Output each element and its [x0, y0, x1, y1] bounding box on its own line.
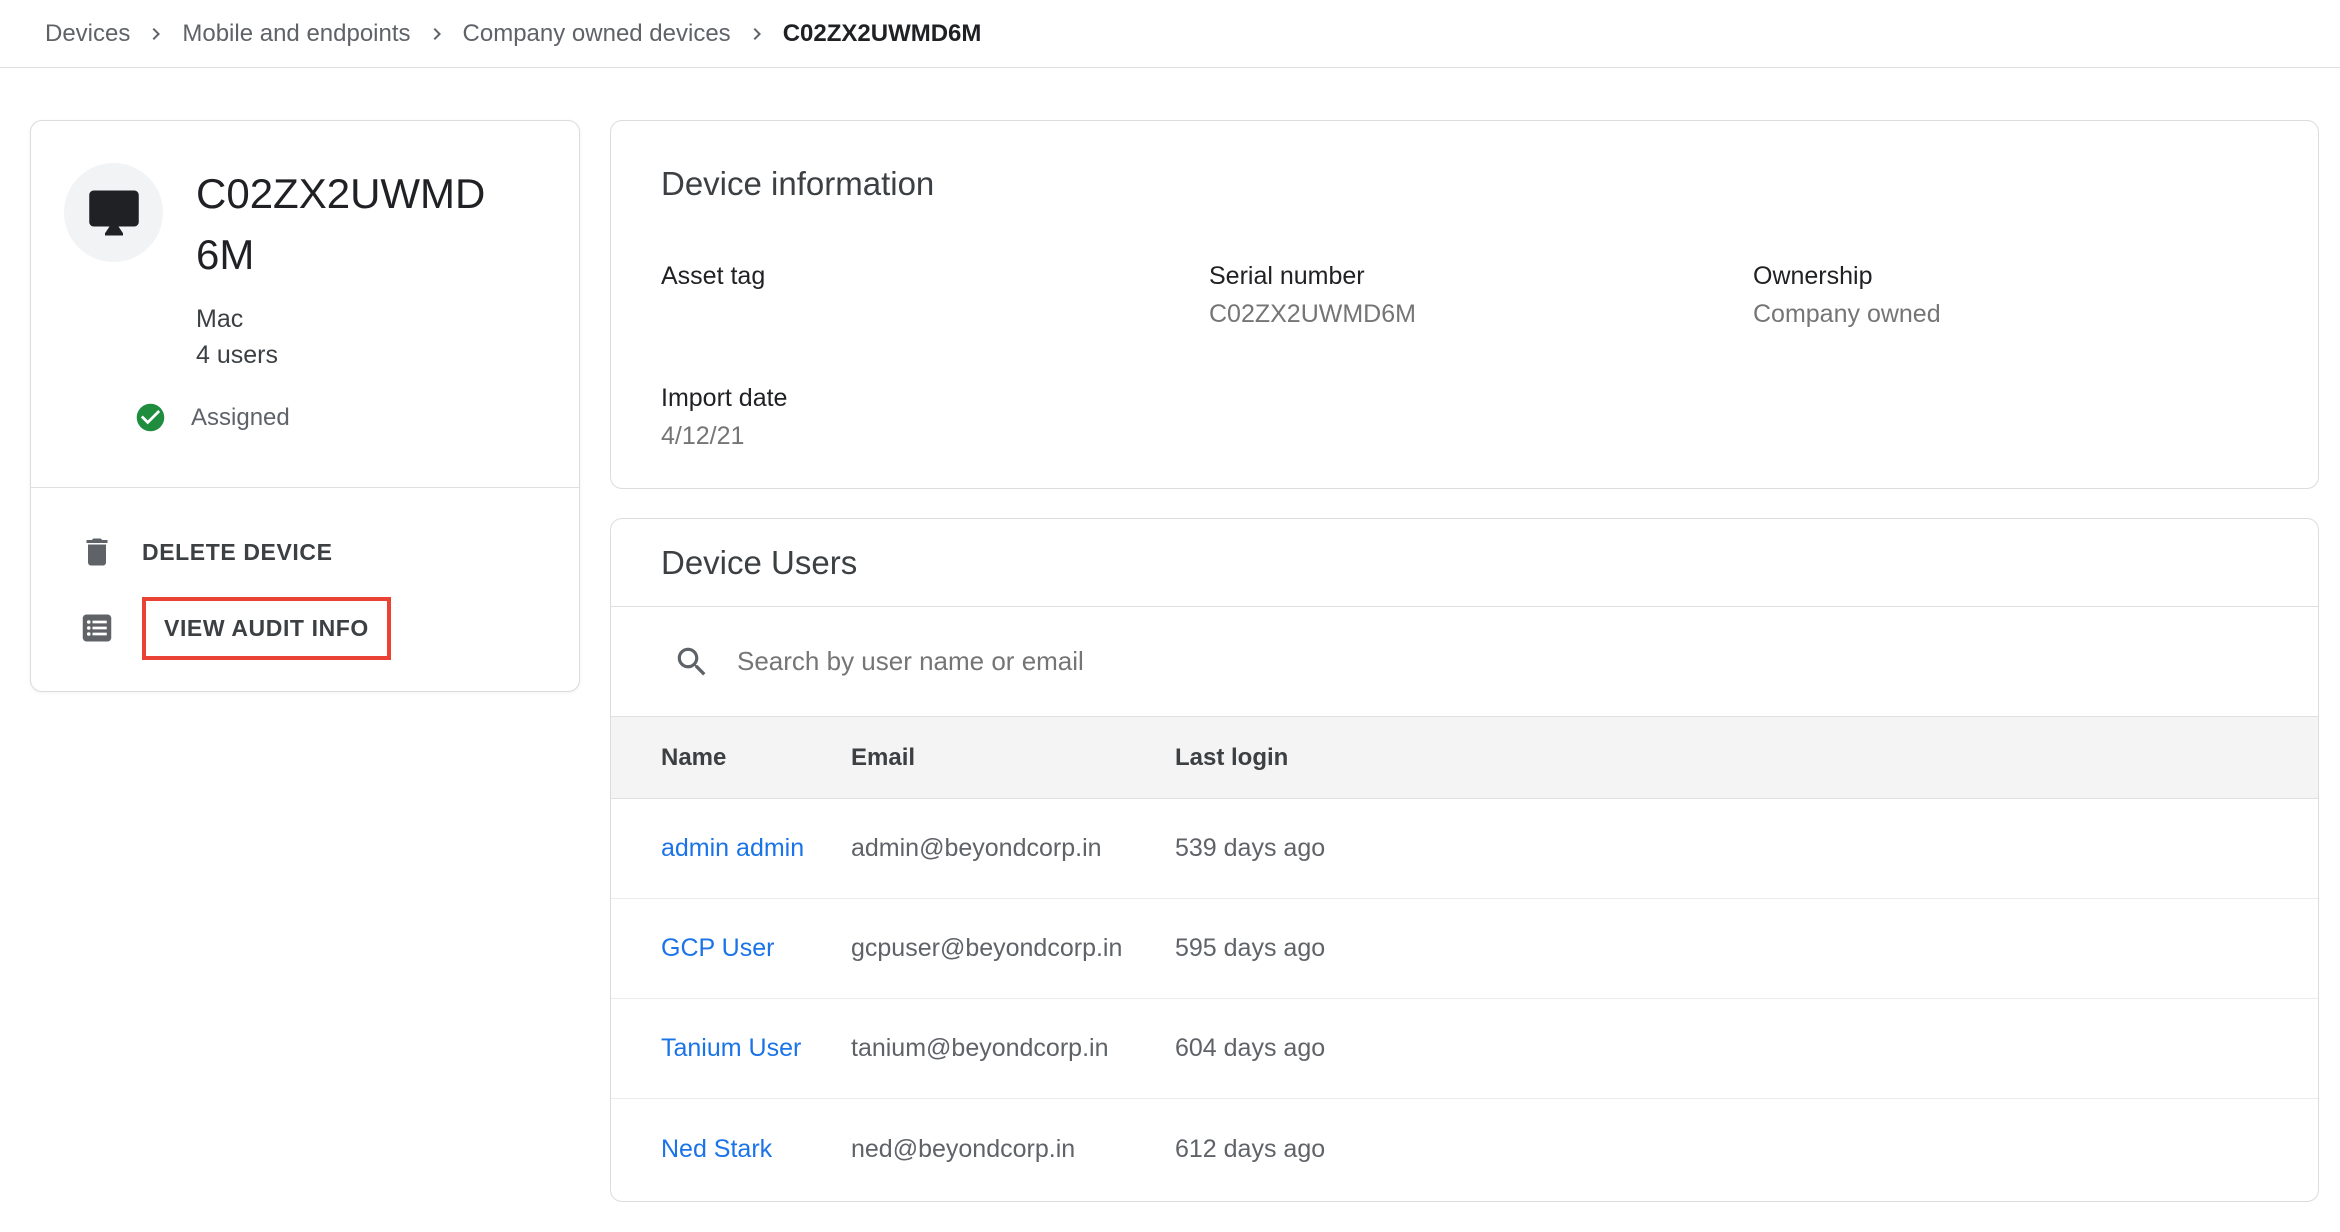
- device-users-header: Device Users: [611, 519, 2318, 607]
- column-email: Email: [851, 744, 1175, 772]
- audit-list-icon: [79, 610, 115, 646]
- user-link[interactable]: Tanium User: [661, 1034, 851, 1063]
- table-row: admin admin admin@beyondcorp.in 539 days…: [611, 799, 2318, 899]
- table-row: Ned Stark ned@beyondcorp.in 612 days ago: [611, 1099, 2318, 1199]
- user-email: tanium@beyondcorp.in: [851, 1034, 1175, 1063]
- desktop-mac-icon: [87, 186, 141, 240]
- breadcrumb-devices[interactable]: Devices: [45, 20, 130, 48]
- trash-icon: [79, 534, 115, 570]
- device-information-title: Device information: [611, 121, 2318, 203]
- field-label: Ownership: [1753, 261, 2318, 291]
- device-users-panel: Device Users Name Email Last login admin…: [610, 518, 2319, 1202]
- device-summary-main: C02ZX2UWMD6M Mac 4 users Assigned: [31, 121, 579, 488]
- user-link[interactable]: Ned Stark: [661, 1135, 851, 1164]
- device-users-count: 4 users: [196, 337, 579, 373]
- field-value: 4/12/21: [661, 421, 1209, 451]
- field-serial-number: Serial number C02ZX2UWMD6M: [1209, 261, 1753, 329]
- device-summary-card: C02ZX2UWMD6M Mac 4 users Assigned DELETE…: [30, 120, 580, 692]
- device-information-grid: Asset tag Serial number C02ZX2UWMD6M Own…: [661, 261, 2318, 451]
- device-information-panel: Device information Asset tag Serial numb…: [610, 120, 2319, 489]
- search-input[interactable]: [737, 646, 1637, 677]
- device-platform: Mac: [196, 301, 579, 337]
- user-last-login: 595 days ago: [1175, 934, 2318, 963]
- view-audit-info-label-highlight: VIEW AUDIT INFO: [142, 597, 391, 660]
- breadcrumb-mobile-endpoints[interactable]: Mobile and endpoints: [182, 20, 410, 48]
- user-email: admin@beyondcorp.in: [851, 834, 1175, 863]
- field-label: Asset tag: [661, 261, 1209, 291]
- device-title: C02ZX2UWMD6M: [196, 163, 496, 285]
- user-email: gcpuser@beyondcorp.in: [851, 934, 1175, 963]
- field-label: Serial number: [1209, 261, 1753, 291]
- breadcrumb: Devices Mobile and endpoints Company own…: [0, 0, 2340, 68]
- device-users-title: Device Users: [661, 544, 857, 582]
- device-actions: DELETE DEVICE VIEW AUDIT INFO: [31, 488, 579, 686]
- status-badge: Assigned: [191, 404, 290, 432]
- view-audit-info-button[interactable]: VIEW AUDIT INFO: [31, 590, 579, 666]
- users-table-header: Name Email Last login: [611, 717, 2318, 799]
- delete-device-button[interactable]: DELETE DEVICE: [31, 514, 579, 590]
- user-last-login: 604 days ago: [1175, 1034, 2318, 1063]
- delete-device-label: DELETE DEVICE: [142, 539, 333, 566]
- user-link[interactable]: GCP User: [661, 934, 851, 963]
- table-row: GCP User gcpuser@beyondcorp.in 595 days …: [611, 899, 2318, 999]
- table-row: Tanium User tanium@beyondcorp.in 604 day…: [611, 999, 2318, 1099]
- chevron-right-icon: [144, 22, 168, 46]
- status-row: Assigned: [134, 401, 579, 434]
- field-asset-tag: Asset tag: [661, 261, 1209, 329]
- field-value: [661, 299, 1209, 329]
- field-value: C02ZX2UWMD6M: [1209, 299, 1753, 329]
- device-avatar: [64, 163, 163, 262]
- column-name: Name: [661, 744, 851, 772]
- user-email: ned@beyondcorp.in: [851, 1135, 1175, 1164]
- breadcrumb-company-owned[interactable]: Company owned devices: [463, 20, 731, 48]
- column-last-login: Last login: [1175, 744, 2318, 772]
- field-value: Company owned: [1753, 299, 2318, 329]
- user-last-login: 539 days ago: [1175, 834, 2318, 863]
- field-import-date: Import date 4/12/21: [661, 383, 1209, 451]
- chevron-right-icon: [745, 22, 769, 46]
- search-icon: [673, 643, 711, 681]
- user-last-login: 612 days ago: [1175, 1135, 2318, 1164]
- user-search-bar: [611, 607, 2318, 717]
- user-link[interactable]: admin admin: [661, 834, 851, 863]
- field-ownership: Ownership Company owned: [1753, 261, 2318, 329]
- field-label: Import date: [661, 383, 1209, 413]
- breadcrumb-current-device: C02ZX2UWMD6M: [783, 20, 982, 48]
- device-text-block: C02ZX2UWMD6M Mac 4 users: [196, 121, 579, 373]
- chevron-right-icon: [425, 22, 449, 46]
- check-circle-icon: [134, 401, 167, 434]
